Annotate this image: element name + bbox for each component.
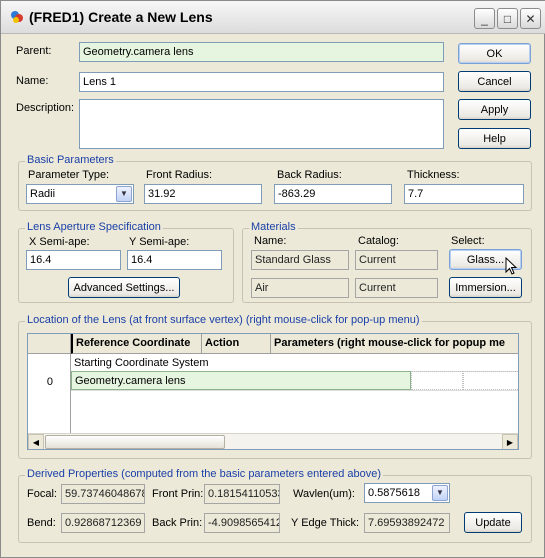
ok-button[interactable]: OK	[458, 43, 531, 64]
derived-properties-title: Derived Properties (computed from the ba…	[25, 468, 384, 480]
fred-app-icon	[11, 11, 23, 23]
wavelength-value: 0.5875618	[368, 487, 420, 499]
column-header-parameters[interactable]: Parameters (right mouse-click for popup …	[271, 334, 518, 354]
y-semi-ape-label: Y Semi-ape:	[129, 236, 190, 248]
front-radius-field[interactable]: 31.92	[144, 184, 262, 204]
advanced-settings-button[interactable]: Advanced Settings...	[68, 277, 180, 298]
location-grid[interactable]: Reference Coordinate Action Parameters (…	[27, 333, 519, 450]
dialog-window: (FRED1) Create a New Lens _ □ ✕ Parent: …	[0, 0, 545, 558]
description-label: Description:	[16, 102, 75, 114]
action-cell[interactable]	[411, 371, 463, 390]
starting-coordinate-row: Starting Coordinate System	[71, 354, 518, 372]
aperture-title: Lens Aperture Specification	[25, 221, 163, 233]
front-radius-label: Front Radius:	[146, 169, 213, 181]
title-bar: (FRED1) Create a New Lens _ □ ✕	[1, 1, 545, 34]
bend-value: 0.92868712369	[61, 513, 145, 533]
focal-value: 59.73746048678	[61, 484, 145, 504]
material-name-1: Standard Glass	[251, 250, 349, 270]
material-name-2: Air	[251, 278, 349, 298]
scroll-left-icon[interactable]: ◀	[28, 434, 44, 449]
material-catalog-header: Catalog:	[358, 235, 399, 247]
column-header-reference[interactable]: Reference Coordinate	[71, 334, 202, 354]
front-prin-label: Front Prin:	[152, 488, 204, 500]
back-radius-field[interactable]: -863.29	[274, 184, 392, 204]
window-title: (FRED1) Create a New Lens	[29, 9, 213, 25]
maximize-icon: □	[503, 11, 512, 26]
scrollbar-thumb[interactable]	[45, 435, 225, 449]
reference-coordinate-cell[interactable]: Geometry.camera lens	[71, 371, 411, 390]
name-field[interactable]: Lens 1	[79, 72, 444, 92]
bend-label: Bend:	[27, 517, 56, 529]
location-title: Location of the Lens (at front surface v…	[25, 314, 422, 326]
immersion-button[interactable]: Immersion...	[449, 277, 522, 298]
grid-horizontal-scrollbar[interactable]: ◀ ▶	[28, 433, 518, 449]
basic-parameters-title: Basic Parameters	[25, 154, 116, 166]
material-name-header: Name:	[254, 235, 287, 247]
back-prin-label: Back Prin:	[152, 517, 203, 529]
help-button[interactable]: Help	[458, 128, 531, 149]
material-catalog-1: Current	[355, 250, 438, 270]
minimize-icon: _	[481, 11, 488, 26]
parameter-type-value: Radii	[30, 188, 56, 200]
wavelength-select[interactable]: 0.5875618 ▼	[364, 483, 450, 503]
close-button[interactable]: ✕	[520, 8, 541, 29]
minimize-button[interactable]: _	[474, 8, 495, 29]
thickness-label: Thickness:	[407, 169, 460, 181]
parent-label: Parent:	[16, 45, 52, 57]
front-prin-value: 0.18154110533	[204, 484, 280, 504]
parameters-cell[interactable]	[463, 371, 518, 390]
wavelength-label: Wavlen(um):	[293, 488, 355, 500]
back-radius-label: Back Radius:	[277, 169, 342, 181]
row-divider	[71, 390, 518, 391]
name-label: Name:	[16, 75, 49, 87]
materials-title: Materials	[249, 221, 298, 233]
description-field[interactable]	[79, 99, 444, 149]
parameter-type-select[interactable]: Radii ▼	[26, 184, 134, 204]
apply-button[interactable]: Apply	[458, 99, 531, 120]
y-edge-thick-label: Y Edge Thick:	[291, 517, 360, 529]
parent-field[interactable]: Geometry.camera lens	[79, 42, 444, 62]
back-prin-value: -4.90985654127	[204, 513, 280, 533]
column-header-action[interactable]: Action	[202, 334, 271, 354]
close-icon: ✕	[525, 11, 536, 26]
thickness-field[interactable]: 7.7	[404, 184, 524, 204]
x-semi-ape-label: X Semi-ape:	[29, 236, 90, 248]
material-select-header: Select:	[451, 235, 485, 247]
mouse-pointer-icon	[505, 257, 518, 275]
x-semi-ape-field[interactable]: 16.4	[26, 250, 121, 270]
cancel-button[interactable]: Cancel	[458, 71, 531, 92]
grid-corner-header	[28, 334, 71, 354]
maximize-button[interactable]: □	[497, 8, 518, 29]
scroll-right-icon[interactable]: ▶	[502, 434, 518, 449]
parameter-type-label: Parameter Type:	[28, 169, 110, 181]
material-catalog-2: Current	[355, 278, 438, 298]
chevron-down-icon[interactable]: ▼	[116, 186, 132, 202]
focal-label: Focal:	[27, 488, 57, 500]
row-index: 0	[46, 376, 53, 388]
update-button[interactable]: Update	[464, 512, 522, 533]
chevron-down-icon[interactable]: ▼	[432, 485, 448, 501]
y-edge-thick-value: 7.69593892472	[364, 513, 450, 533]
y-semi-ape-field[interactable]: 16.4	[127, 250, 222, 270]
